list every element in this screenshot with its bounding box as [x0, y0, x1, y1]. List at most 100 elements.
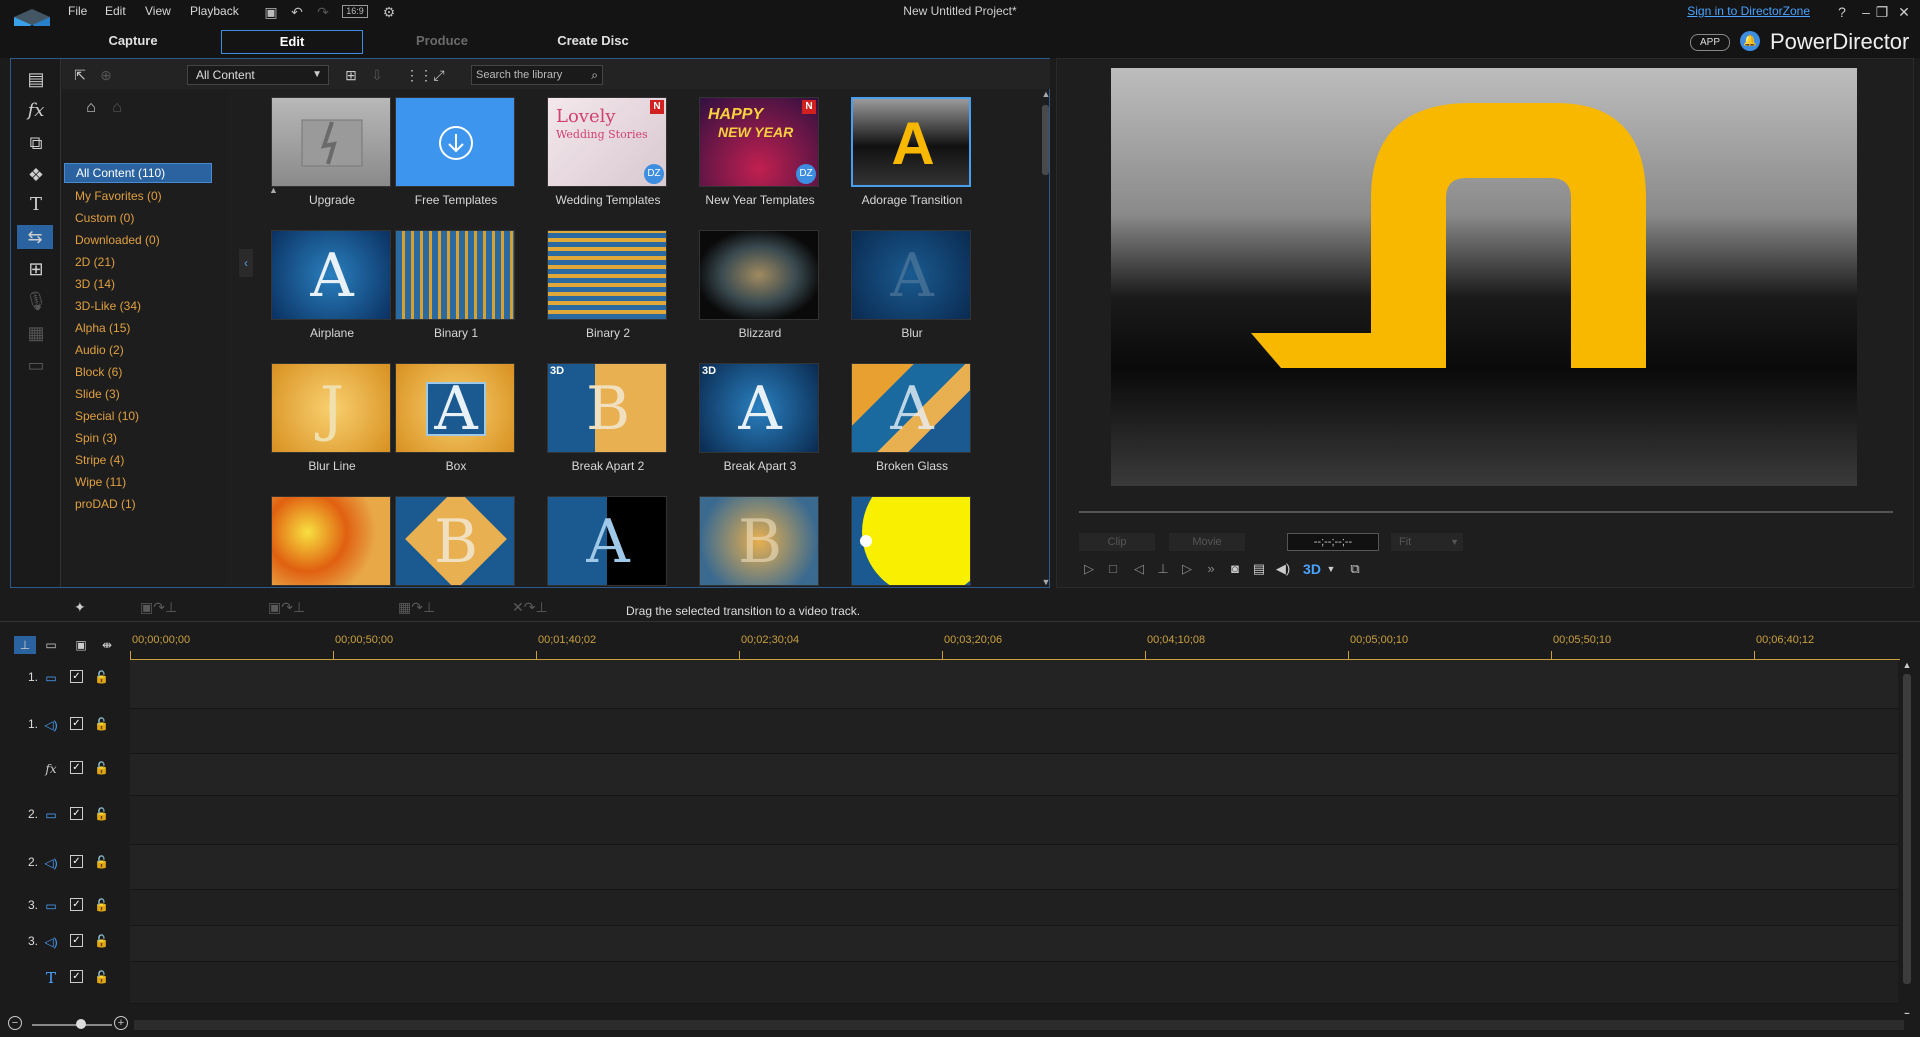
thumb-new-year-templates[interactable]: HAPPY NEW YEAR N DZ New Year Templates — [699, 97, 821, 207]
category-downloaded[interactable]: Downloaded (0) — [64, 229, 212, 251]
subtitle-room-icon[interactable]: ▭ — [21, 353, 51, 377]
thumb-broken-glass[interactable]: A Broken Glass — [851, 363, 973, 473]
thumb-blur[interactable]: A Blur — [851, 230, 973, 340]
lock-icon[interactable]: 🔓 — [94, 717, 109, 731]
track-enable-checkbox[interactable]: ✓ — [70, 970, 83, 983]
thumb-free-templates[interactable]: Free Templates — [395, 97, 517, 207]
scroll-up-icon[interactable]: ▲ — [1041, 89, 1051, 99]
app-badge[interactable]: APP — [1690, 34, 1730, 51]
thumb-adorage-transition[interactable]: A Adorage Transition — [851, 97, 973, 207]
scroll-thumb[interactable] — [1903, 674, 1911, 984]
timeline-horizontal-scrollbar[interactable] — [134, 1020, 1904, 1030]
power-tools-icon[interactable]: ▣↷⊥ — [268, 597, 305, 617]
thumb-cube[interactable]: A — [547, 496, 669, 587]
thumb-diamond[interactable]: B — [395, 496, 517, 587]
storyboard-view-icon[interactable]: ▭ — [40, 636, 62, 654]
category-my-favorites[interactable]: My Favorites (0) — [64, 185, 212, 207]
zoom-slider-handle[interactable] — [76, 1019, 86, 1029]
thumbnail-scrollbar[interactable]: ▲ ▼ — [1041, 89, 1051, 587]
collapse-panel-chevron-left-icon[interactable]: ‹ — [239, 249, 253, 277]
preview-progress-bar[interactable] — [1079, 511, 1893, 513]
keyframe-icon[interactable]: ▦↷⊥ — [398, 597, 435, 617]
magic-tools-icon[interactable]: ✦ — [74, 597, 86, 617]
thumb-wedding-templates[interactable]: Lovely Wedding Stories N DZ Wedding Temp… — [547, 97, 669, 207]
signin-link[interactable]: Sign in to DirectorZone — [1687, 4, 1810, 18]
category-prodad[interactable]: proDAD (1) — [64, 493, 212, 515]
track-lane-audio-1[interactable] — [130, 709, 1898, 754]
category-spin[interactable]: Spin (3) — [64, 427, 212, 449]
import-media-icon[interactable]: ⇱ — [70, 65, 90, 85]
track-lane-title[interactable] — [130, 962, 1898, 1004]
scroll-down-icon[interactable]: ▼ — [1041, 577, 1051, 587]
category-special[interactable]: Special (10) — [64, 405, 212, 427]
track-enable-checkbox[interactable]: ✓ — [70, 898, 83, 911]
track-enable-checkbox[interactable]: ✓ — [70, 717, 83, 730]
zoom-in-icon[interactable]: + — [114, 1016, 128, 1030]
thumb-binary-2[interactable]: Binary 2 — [547, 230, 669, 340]
thumb-break-apart-3[interactable]: A 3D Break Apart 3 — [699, 363, 821, 473]
thumb-fire[interactable] — [271, 496, 393, 587]
play-icon[interactable]: ▷ — [1079, 559, 1099, 579]
timeline-view-icon[interactable]: ⊥ — [14, 636, 36, 654]
restore-button[interactable]: ❐ — [1872, 2, 1892, 22]
undo-icon[interactable]: ↶ — [288, 3, 306, 21]
thumb-blur-line[interactable]: J Blur Line — [271, 363, 393, 473]
thumb-upgrade[interactable]: Upgrade — [271, 97, 393, 207]
plugins-icon[interactable]: ⊕ — [96, 65, 116, 85]
menu-view[interactable]: View — [145, 4, 171, 18]
voiceover-room-icon[interactable]: 🎙 — [21, 289, 51, 313]
clip-mode-button[interactable]: Clip — [1079, 533, 1155, 551]
track-enable-checkbox[interactable]: ✓ — [70, 807, 83, 820]
next-frame-icon[interactable]: ▷ — [1177, 559, 1197, 579]
lock-icon[interactable]: 🔓 — [94, 970, 109, 984]
track-enable-checkbox[interactable]: ✓ — [70, 855, 83, 868]
fx-room-icon[interactable]: fx — [21, 99, 51, 123]
thumb-circle[interactable] — [851, 496, 973, 587]
media-room-icon[interactable]: ▤ — [21, 67, 51, 91]
notification-bell-icon[interactable]: 🔔 — [1740, 31, 1760, 51]
menu-edit[interactable]: Edit — [105, 4, 126, 18]
category-alpha[interactable]: Alpha (15) — [64, 317, 212, 339]
timeline-vertical-scrollbar[interactable]: ▲ ▼ — [1900, 660, 1914, 1020]
category-slide[interactable]: Slide (3) — [64, 383, 212, 405]
tab-capture[interactable]: Capture — [62, 30, 204, 54]
lock-icon[interactable]: 🔓 — [94, 761, 109, 775]
undock-preview-icon[interactable]: ⧉ — [1345, 559, 1365, 579]
save-icon[interactable]: ▣ — [262, 3, 280, 21]
track-lane-audio-2[interactable] — [130, 845, 1898, 890]
category-wipe[interactable]: Wipe (11) — [64, 471, 212, 493]
help-icon[interactable]: ? — [1832, 2, 1852, 22]
fit-dropdown[interactable]: Fit ▼ — [1391, 533, 1463, 551]
track-lane-fx[interactable] — [130, 754, 1898, 796]
subtitles-icon[interactable]: ▤ — [1249, 559, 1269, 579]
menu-playback[interactable]: Playback — [190, 4, 239, 18]
category-custom[interactable]: Custom (0) — [64, 207, 212, 229]
category-audio[interactable]: Audio (2) — [64, 339, 212, 361]
stop-icon[interactable]: □ — [1103, 559, 1123, 579]
zoom-thumbnail-icon[interactable]: ⤢ — [429, 65, 449, 85]
chapter-room-icon[interactable]: ▦ — [21, 321, 51, 345]
track-lane-video-2[interactable] — [130, 796, 1898, 845]
category-3d[interactable]: 3D (14) — [64, 273, 212, 295]
category-all-content[interactable]: All Content (110) — [64, 163, 212, 183]
track-manager-icon[interactable]: ▣ — [70, 636, 92, 654]
redo-icon[interactable]: ↷ — [314, 3, 332, 21]
scroll-up-icon[interactable]: ▲ — [1900, 660, 1914, 670]
thumb-dissolve[interactable]: B — [699, 496, 821, 587]
tab-edit[interactable]: Edit — [221, 30, 363, 54]
grid-view-icon[interactable]: ⋮⋮ — [405, 65, 433, 85]
add-tag-icon[interactable]: ⌂ — [80, 99, 102, 121]
previous-frame-icon[interactable]: ◁ — [1129, 559, 1149, 579]
audio-mixing-room-icon[interactable]: ⊞ — [21, 257, 51, 281]
pip-room-icon[interactable]: ⧉ — [21, 131, 51, 155]
thumb-break-apart-2[interactable]: B 3D Break Apart 2 — [547, 363, 669, 473]
track-lane-video-1[interactable] — [130, 660, 1898, 709]
movie-mode-button[interactable]: Movie — [1169, 533, 1245, 551]
lock-icon[interactable]: 🔓 — [94, 807, 109, 821]
snapshot-camera-icon[interactable]: ◙ — [1225, 559, 1245, 579]
settings-gear-icon[interactable]: ⚙ — [380, 3, 398, 21]
search-icon[interactable]: ⌕ — [591, 66, 598, 84]
tab-create-disc[interactable]: Create Disc — [522, 30, 664, 54]
track-enable-checkbox[interactable]: ✓ — [70, 761, 83, 774]
track-lane-audio-3[interactable] — [130, 926, 1898, 962]
